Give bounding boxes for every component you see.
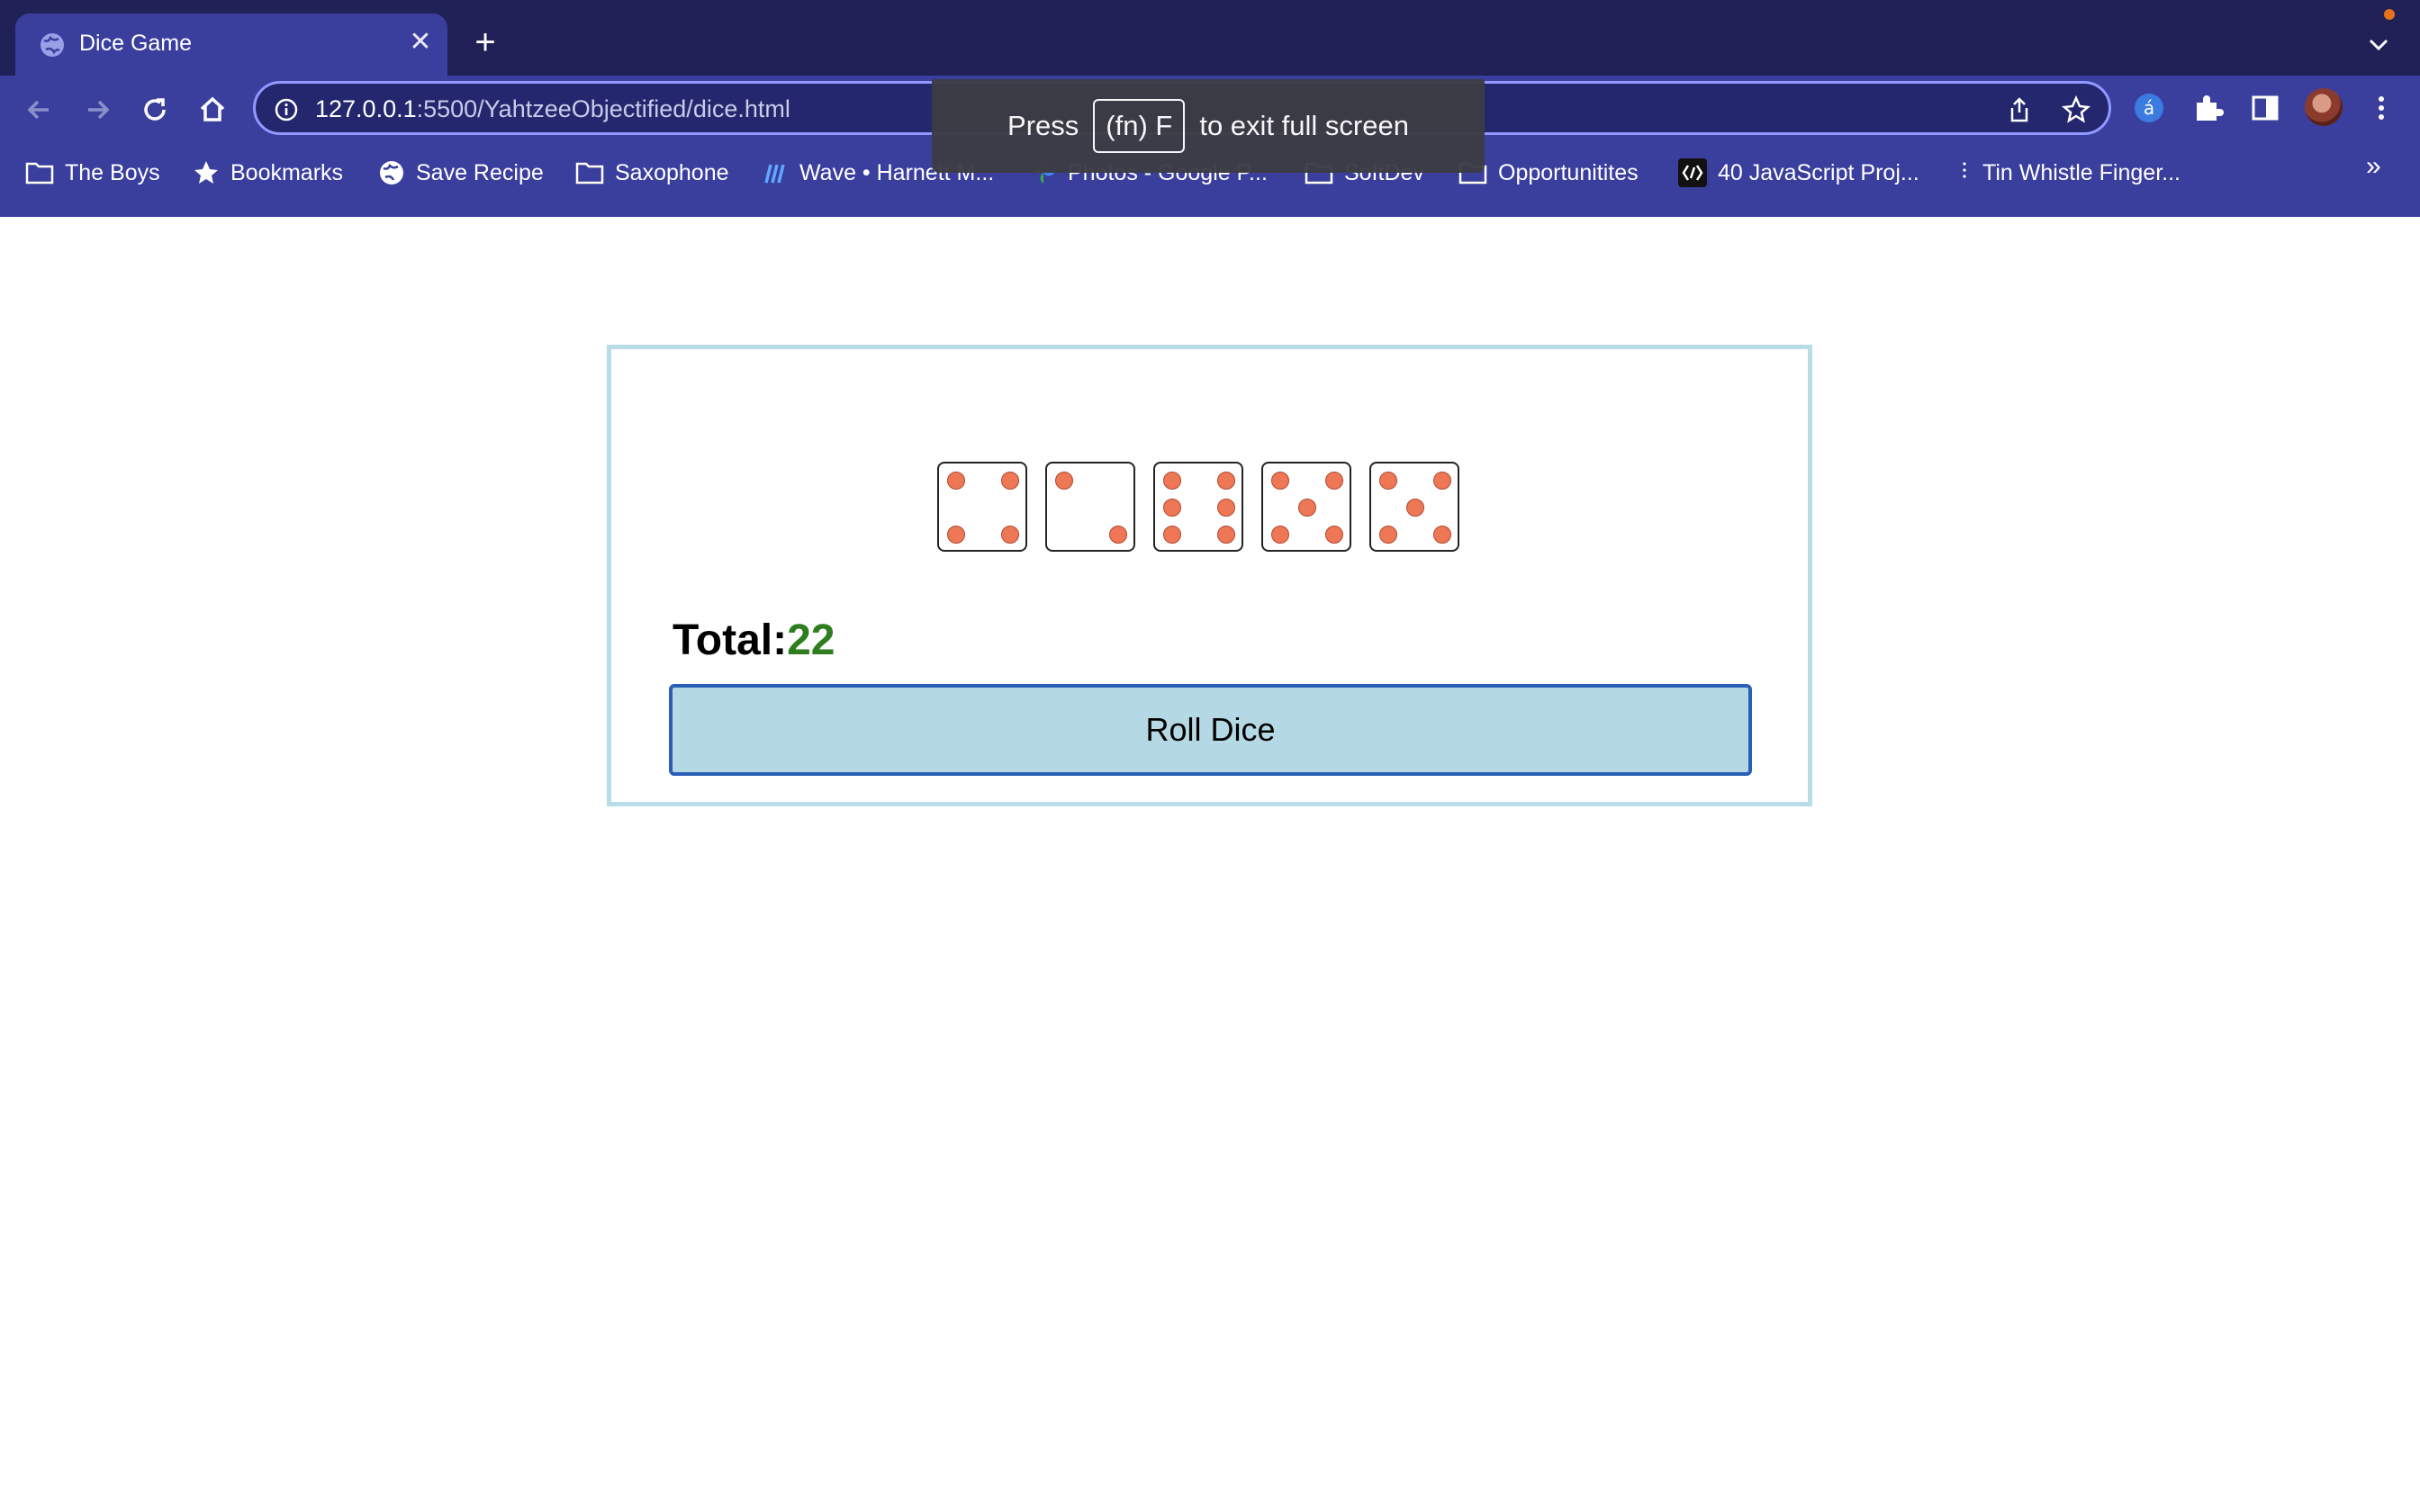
die-pip (1163, 499, 1181, 517)
die-pip (1433, 472, 1451, 490)
die-pip (1001, 472, 1019, 490)
die-pip (1217, 526, 1235, 544)
back-arrow-icon[interactable] (20, 90, 59, 130)
die-pip (1163, 526, 1181, 544)
die-1 (937, 462, 1027, 552)
die-pip (1406, 499, 1424, 517)
home-icon[interactable] (193, 90, 232, 130)
chevron-down-icon[interactable] (2364, 31, 2393, 59)
bookmarks-overflow-button[interactable]: » (2366, 151, 2381, 182)
folder-icon (575, 162, 604, 184)
die-pip (1001, 526, 1019, 544)
bookmark-40-javascript-projects[interactable]: 40 JavaScript Proj... (1678, 148, 1919, 198)
svg-text:á: á (2144, 97, 2154, 119)
die-pip (1163, 472, 1181, 490)
die-pip (1271, 472, 1289, 490)
bookmark-save-recipe[interactable]: Save Recipe (378, 148, 544, 198)
die-pip (947, 472, 965, 490)
die-pip (1271, 526, 1289, 544)
wave-icon (764, 164, 785, 184)
close-tab-icon[interactable]: ✕ (404, 26, 437, 58)
die-pip (1379, 526, 1397, 544)
total-value: 22 (787, 616, 835, 664)
new-tab-icon[interactable]: + (468, 24, 502, 60)
tab-strip: Dice Game ✕ + (0, 0, 2420, 76)
die-pip (1217, 472, 1235, 490)
brackets-icon (1678, 158, 1707, 187)
url-text[interactable]: 127.0.0.1:5500/YahtzeeObjectified/dice.h… (315, 95, 790, 123)
extensions-puzzle-icon[interactable] (2190, 90, 2226, 126)
fullscreen-exit-hint: Press (fn) F to exit full screen (932, 79, 1485, 173)
tab-dice-game[interactable]: Dice Game ✕ (15, 14, 447, 76)
die-pip (1109, 526, 1127, 544)
reload-icon[interactable] (135, 90, 175, 130)
globe-icon (41, 33, 64, 57)
bookmark-the-boys[interactable]: The Boys (25, 148, 160, 198)
star-icon (194, 161, 218, 184)
die-2 (1045, 462, 1135, 552)
die-pip (1325, 472, 1343, 490)
dice-row (937, 462, 1459, 552)
translate-extension-icon[interactable]: á (2131, 90, 2167, 126)
total-display: Total:22 (673, 616, 835, 665)
die-4 (1261, 462, 1351, 552)
die-pip (1055, 472, 1073, 490)
forward-arrow-icon[interactable] (77, 90, 117, 130)
folder-icon (25, 162, 54, 184)
dice-game-container: Total:22 Roll Dice (607, 345, 1812, 806)
die-pip (1325, 526, 1343, 544)
dots-icon (1963, 162, 1966, 178)
die-3 (1153, 462, 1243, 552)
notification-dot (2384, 9, 2395, 20)
tab-title: Dice Game (79, 31, 193, 56)
die-pip (1433, 526, 1451, 544)
roll-dice-button[interactable]: Roll Dice (669, 684, 1752, 776)
die-pip (947, 526, 965, 544)
die-5 (1369, 462, 1459, 552)
total-label: Total: (673, 616, 788, 664)
more-menu-icon[interactable] (2363, 90, 2399, 126)
info-icon[interactable] (274, 97, 299, 122)
globe-icon (380, 161, 403, 184)
profile-avatar[interactable] (2305, 88, 2343, 126)
die-pip (1217, 499, 1235, 517)
star-icon[interactable] (2061, 94, 2091, 125)
die-pip (1298, 499, 1316, 517)
bookmark-saxophone[interactable]: Saxophone (575, 148, 729, 198)
side-panel-icon[interactable] (2247, 90, 2283, 126)
fullscreen-key-hint: (fn) F (1093, 99, 1186, 153)
die-pip (1379, 472, 1397, 490)
share-icon[interactable] (2004, 94, 2035, 125)
bookmark-tin-whistle[interactable]: Tin Whistle Finger... (1957, 148, 2181, 198)
bookmark-opportunitites[interactable]: Opportunitites (1458, 148, 1639, 198)
bookmark-bookmarks[interactable]: Bookmarks (193, 148, 343, 198)
